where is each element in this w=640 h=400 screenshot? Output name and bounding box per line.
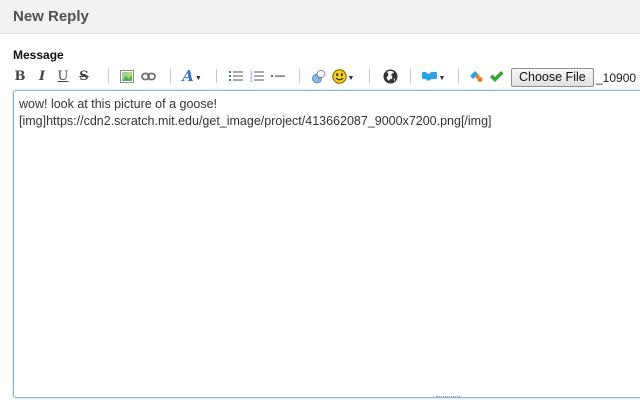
chevron-down-icon: ▼: [347, 75, 355, 82]
chevron-down-icon: ▼: [438, 75, 446, 82]
numbered-list-button[interactable]: 1 2 3: [249, 66, 265, 86]
emoji-button[interactable]: ▼: [331, 66, 355, 86]
choose-file-button[interactable]: Choose File: [511, 68, 594, 87]
toolbar-separator: [458, 69, 459, 83]
toolbar-separator: [108, 69, 109, 83]
smiley-icon: [331, 68, 347, 84]
scratch-blocks-button[interactable]: ▼: [420, 66, 446, 86]
svg-text:3: 3: [250, 78, 253, 82]
page-title: New Reply: [13, 8, 89, 25]
chevron-down-icon: ▼: [194, 75, 202, 82]
quote-icon: [311, 69, 325, 83]
check-icon: [489, 70, 503, 82]
italic-button[interactable]: I: [36, 66, 48, 86]
toolbar-separator: [216, 69, 217, 83]
underline-button[interactable]: U: [56, 66, 70, 86]
strikethrough-button[interactable]: S: [77, 66, 91, 86]
language-button[interactable]: [381, 66, 399, 86]
font-style-button[interactable]: A ▼: [180, 66, 204, 86]
bold-button[interactable]: B: [13, 66, 27, 86]
remove-format-button[interactable]: [468, 66, 484, 86]
confirm-button[interactable]: [488, 66, 504, 86]
bullet-list-button[interactable]: [228, 66, 244, 86]
list-item-icon: [271, 75, 285, 77]
link-icon: [140, 72, 156, 80]
scratch-blocks-icon: [421, 71, 437, 80]
font-letter-icon: A: [182, 67, 194, 85]
list-item-button[interactable]: [270, 66, 286, 86]
insert-link-button[interactable]: [140, 66, 156, 86]
editor-toolbar: B I U S A ▼ 1 2 3 ▼ ▼ Choose File _10900: [13, 66, 640, 88]
toolbar-separator: [369, 69, 370, 83]
toolbar-separator: [299, 69, 300, 83]
quote-button[interactable]: [310, 66, 326, 86]
message-textarea[interactable]: wow! look at this picture of a goose! [i…: [13, 90, 640, 398]
eraser-icon: [469, 71, 482, 82]
image-icon: [120, 69, 134, 83]
bullet-list-icon: [229, 71, 243, 81]
numbered-list-icon: 1 2 3: [250, 70, 264, 82]
globe-icon: [383, 69, 397, 83]
toolbar-separator: [410, 69, 411, 83]
reply-header: New Reply: [0, 0, 640, 34]
message-label: Message: [13, 48, 64, 62]
toolbar-separator: [170, 69, 171, 83]
insert-image-button[interactable]: [119, 66, 135, 86]
resize-grip[interactable]: [436, 396, 460, 399]
file-name-label: _10900: [596, 71, 637, 85]
